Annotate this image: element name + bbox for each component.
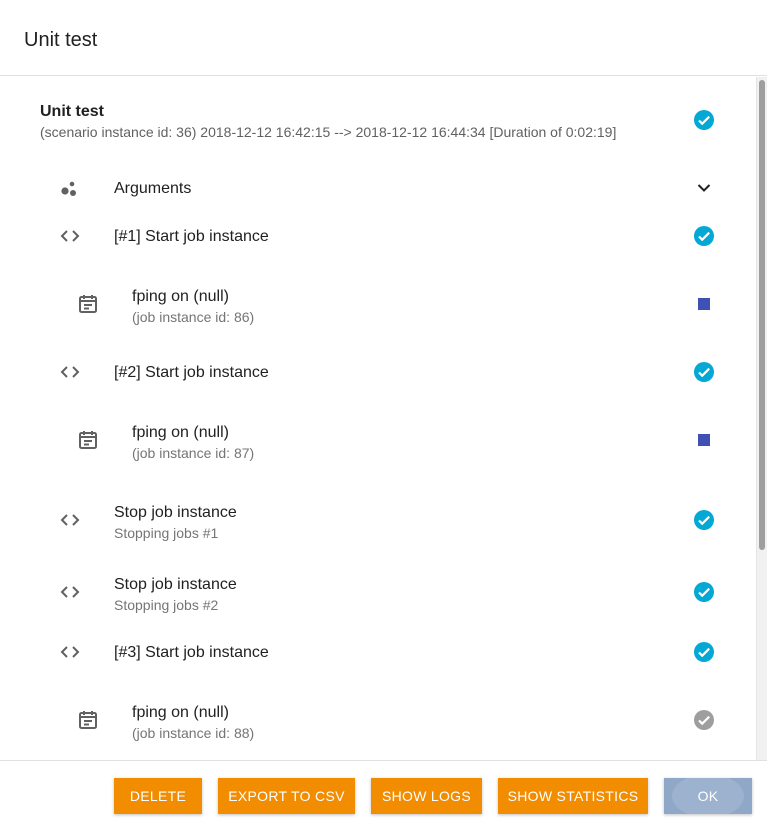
list-item-subtitle: Stopping jobs #1 xyxy=(114,525,219,541)
check-circle-grey-icon xyxy=(694,710,714,730)
check-circle-icon xyxy=(694,642,714,662)
stop-square-icon xyxy=(698,434,710,446)
stop-square-icon xyxy=(698,298,710,310)
code-icon xyxy=(60,646,80,658)
calendar-icon xyxy=(79,431,97,449)
list-item-title: fping on (null) xyxy=(132,288,229,305)
list-item-subtitle: (job instance id: 87) xyxy=(132,445,255,461)
scrollbar-track[interactable] xyxy=(756,77,767,760)
check-circle-icon xyxy=(694,510,714,530)
scenario-title: Unit test xyxy=(40,103,104,120)
list-item-title: fping on (null) xyxy=(132,704,229,721)
code-icon xyxy=(60,366,80,378)
show-statistics-button[interactable]: SHOW STATISTICS xyxy=(498,778,648,814)
ok-button[interactable]: OK xyxy=(664,778,752,814)
list-item-subtitle: (job instance id: 86) xyxy=(132,309,255,325)
delete-button[interactable]: DELETE xyxy=(114,778,202,814)
calendar-icon xyxy=(79,711,97,729)
code-icon xyxy=(60,230,80,242)
code-icon xyxy=(60,514,80,526)
check-circle-icon xyxy=(694,226,714,246)
list-item-title: Stop job instance xyxy=(114,576,237,593)
arguments-label: Arguments xyxy=(114,180,192,197)
calendar-icon xyxy=(79,295,97,313)
export-csv-button[interactable]: EXPORT TO CSV xyxy=(218,778,355,814)
check-circle-icon xyxy=(694,582,714,602)
list-item-title: [#1] Start job instance xyxy=(114,228,269,245)
dialog-actions: DELETE EXPORT TO CSV SHOW LOGS SHOW STAT… xyxy=(0,760,767,828)
list-item-subtitle: Stopping jobs #2 xyxy=(114,597,219,613)
chevron-down-icon[interactable] xyxy=(692,176,716,200)
scenario-subtitle: (scenario instance id: 36) 2018-12-12 16… xyxy=(40,124,617,140)
list-item-title: [#2] Start job instance xyxy=(114,364,269,381)
bubbles-icon xyxy=(61,181,76,196)
check-circle-icon xyxy=(694,110,714,130)
check-circle-icon xyxy=(694,362,714,382)
dialog-title: Unit test xyxy=(24,29,98,51)
list-item-title: Stop job instance xyxy=(114,504,237,521)
dialog-title-bar: Unit test xyxy=(0,0,767,76)
show-logs-button[interactable]: SHOW LOGS xyxy=(371,778,482,814)
list-item-subtitle: (job instance id: 88) xyxy=(132,725,255,741)
code-icon xyxy=(60,586,80,598)
list-item-title: [#3] Start job instance xyxy=(114,644,269,661)
list-item-title: fping on (null) xyxy=(132,424,229,441)
scrollbar-thumb[interactable] xyxy=(759,80,765,550)
dialog-content[interactable]: Unit test (scenario instance id: 36) 201… xyxy=(0,77,767,760)
